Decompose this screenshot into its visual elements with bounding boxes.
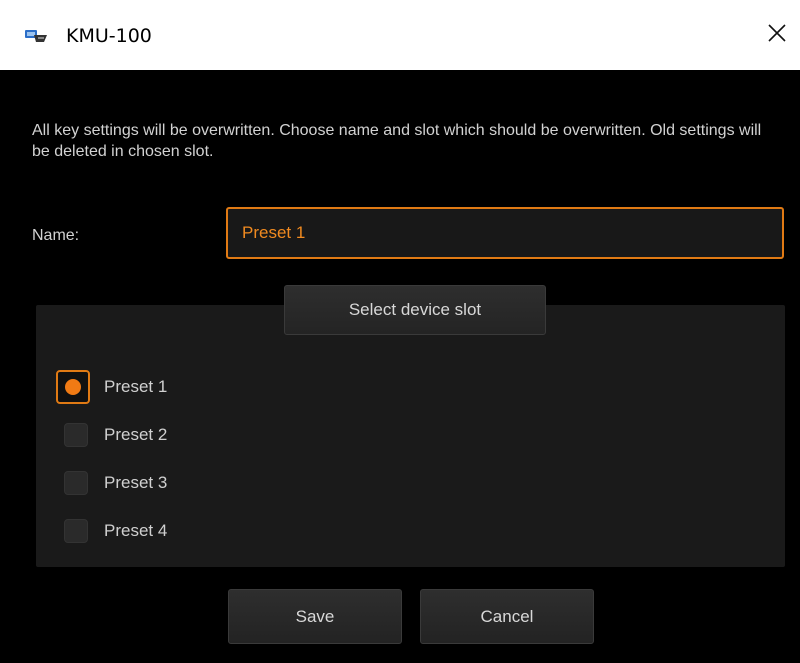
slot-option-preset-4[interactable]: Preset 4: [56, 514, 356, 548]
slot-option-label: Preset 3: [104, 473, 168, 492]
name-label: Name:: [32, 227, 80, 244]
slot-option-preset-3[interactable]: Preset 3: [56, 466, 356, 500]
select-device-slot-button[interactable]: Select device slot: [284, 285, 546, 335]
radio-unselected[interactable]: [64, 423, 88, 447]
slot-option-label: Preset 4: [104, 521, 168, 540]
close-button[interactable]: [754, 12, 800, 58]
device-icon: [24, 28, 48, 44]
radio-selected[interactable]: [56, 370, 90, 404]
slot-option-label: Preset 1: [104, 377, 168, 396]
slot-option-label: Preset 2: [104, 425, 168, 444]
cancel-button[interactable]: Cancel: [420, 589, 594, 644]
close-icon: [767, 23, 787, 47]
window-title: KMU-100: [66, 25, 152, 47]
name-input[interactable]: [226, 207, 784, 259]
radio-unselected[interactable]: [64, 471, 88, 495]
description-text: All key settings will be overwritten. Ch…: [32, 122, 762, 160]
slot-option-preset-1[interactable]: Preset 1: [56, 370, 356, 404]
radio-unselected[interactable]: [64, 519, 88, 543]
save-button[interactable]: Save: [228, 589, 402, 644]
title-bar: KMU-100: [0, 0, 800, 70]
slot-option-preset-2[interactable]: Preset 2: [56, 418, 356, 452]
